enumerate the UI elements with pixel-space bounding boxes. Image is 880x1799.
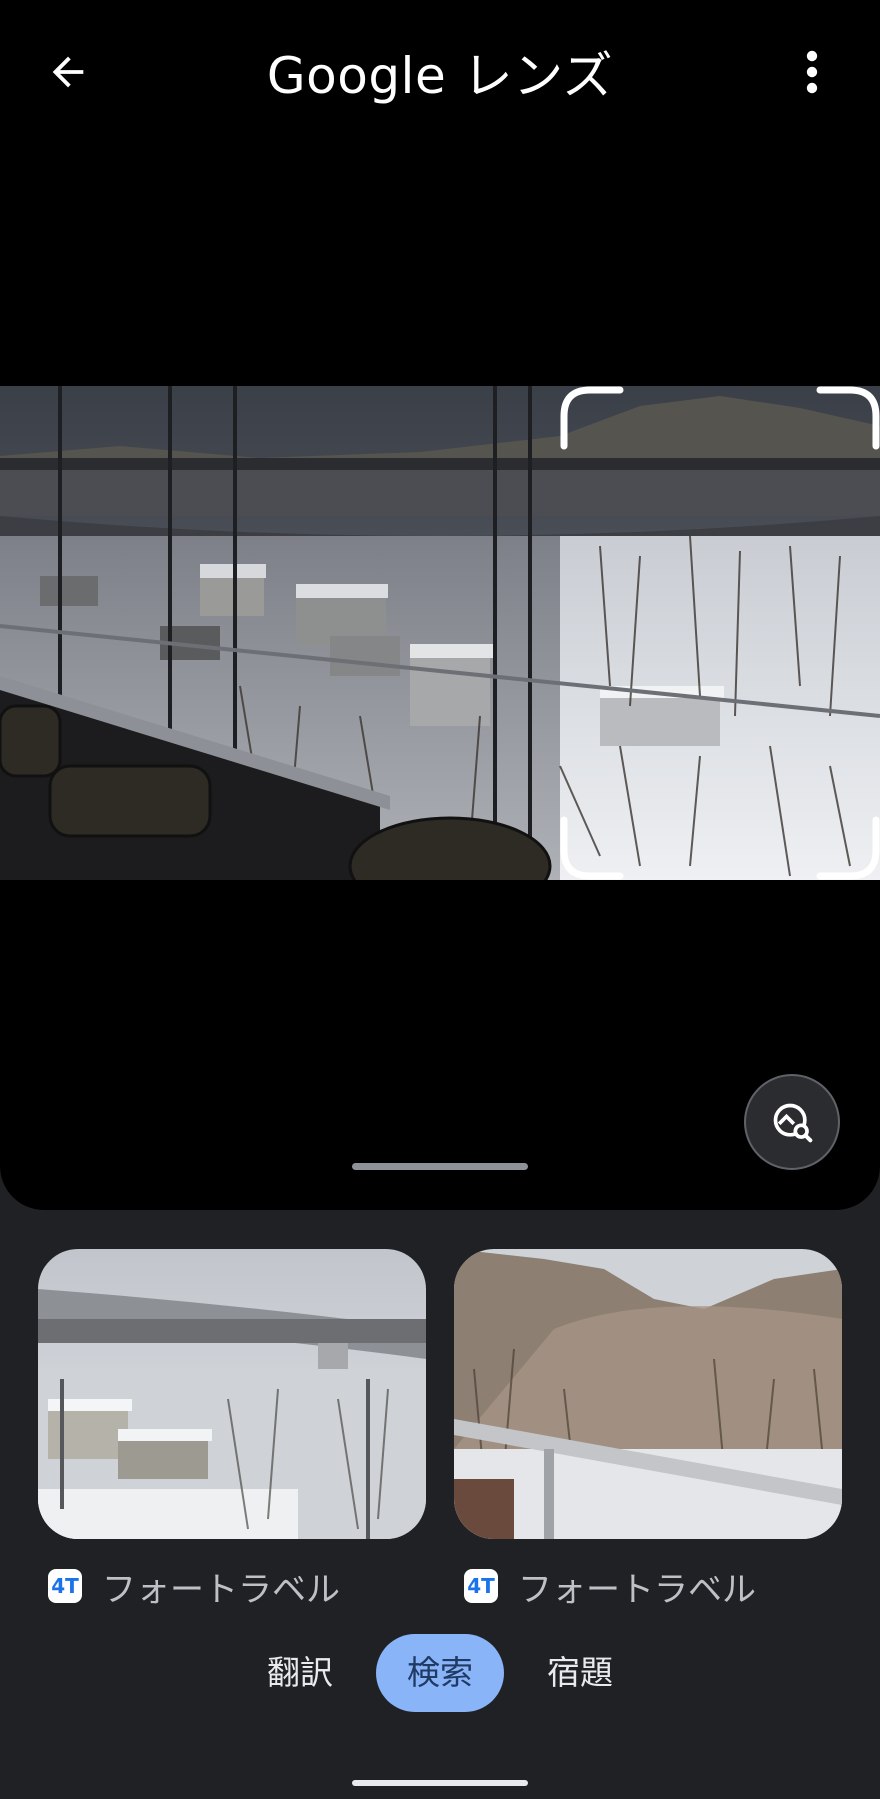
result-card[interactable]: 4T フォートラベル bbox=[38, 1249, 426, 1610]
site-favicon-icon: 4T bbox=[464, 1569, 498, 1603]
tab-homework[interactable]: 宿題 bbox=[530, 1634, 630, 1712]
image-search-button[interactable] bbox=[744, 1074, 840, 1170]
selection-frame[interactable] bbox=[560, 386, 880, 880]
source-label: フォートラベル bbox=[518, 1569, 756, 1610]
mode-tabs: 翻訳 検索 宿題 bbox=[0, 1634, 880, 1712]
home-indicator[interactable] bbox=[352, 1780, 528, 1786]
result-source[interactable]: 4T フォートラベル bbox=[464, 1563, 756, 1610]
result-card[interactable]: 4T フォートラベル bbox=[454, 1249, 842, 1610]
source-label: フォートラベル bbox=[102, 1569, 340, 1610]
crop-frame-icon bbox=[560, 386, 880, 880]
visual-matches: 4T フォートラベル 4T フォートラベル bbox=[38, 1249, 844, 1610]
result-thumbnail[interactable] bbox=[454, 1249, 842, 1539]
image-viewer: Google レンズ bbox=[0, 0, 880, 1210]
more-vert-icon bbox=[806, 50, 818, 94]
drag-handle[interactable] bbox=[352, 1163, 528, 1170]
tab-translate[interactable]: 翻訳 bbox=[250, 1634, 350, 1712]
app-header: Google レンズ bbox=[0, 0, 880, 140]
tab-search[interactable]: 検索 bbox=[376, 1634, 504, 1712]
more-options-button[interactable] bbox=[780, 40, 844, 104]
page-title: Google レンズ bbox=[266, 47, 614, 105]
result-source[interactable]: 4T フォートラベル bbox=[48, 1563, 340, 1610]
result-thumbnail[interactable] bbox=[38, 1249, 426, 1539]
image-search-icon bbox=[773, 1103, 813, 1143]
site-favicon-icon: 4T bbox=[48, 1569, 82, 1603]
